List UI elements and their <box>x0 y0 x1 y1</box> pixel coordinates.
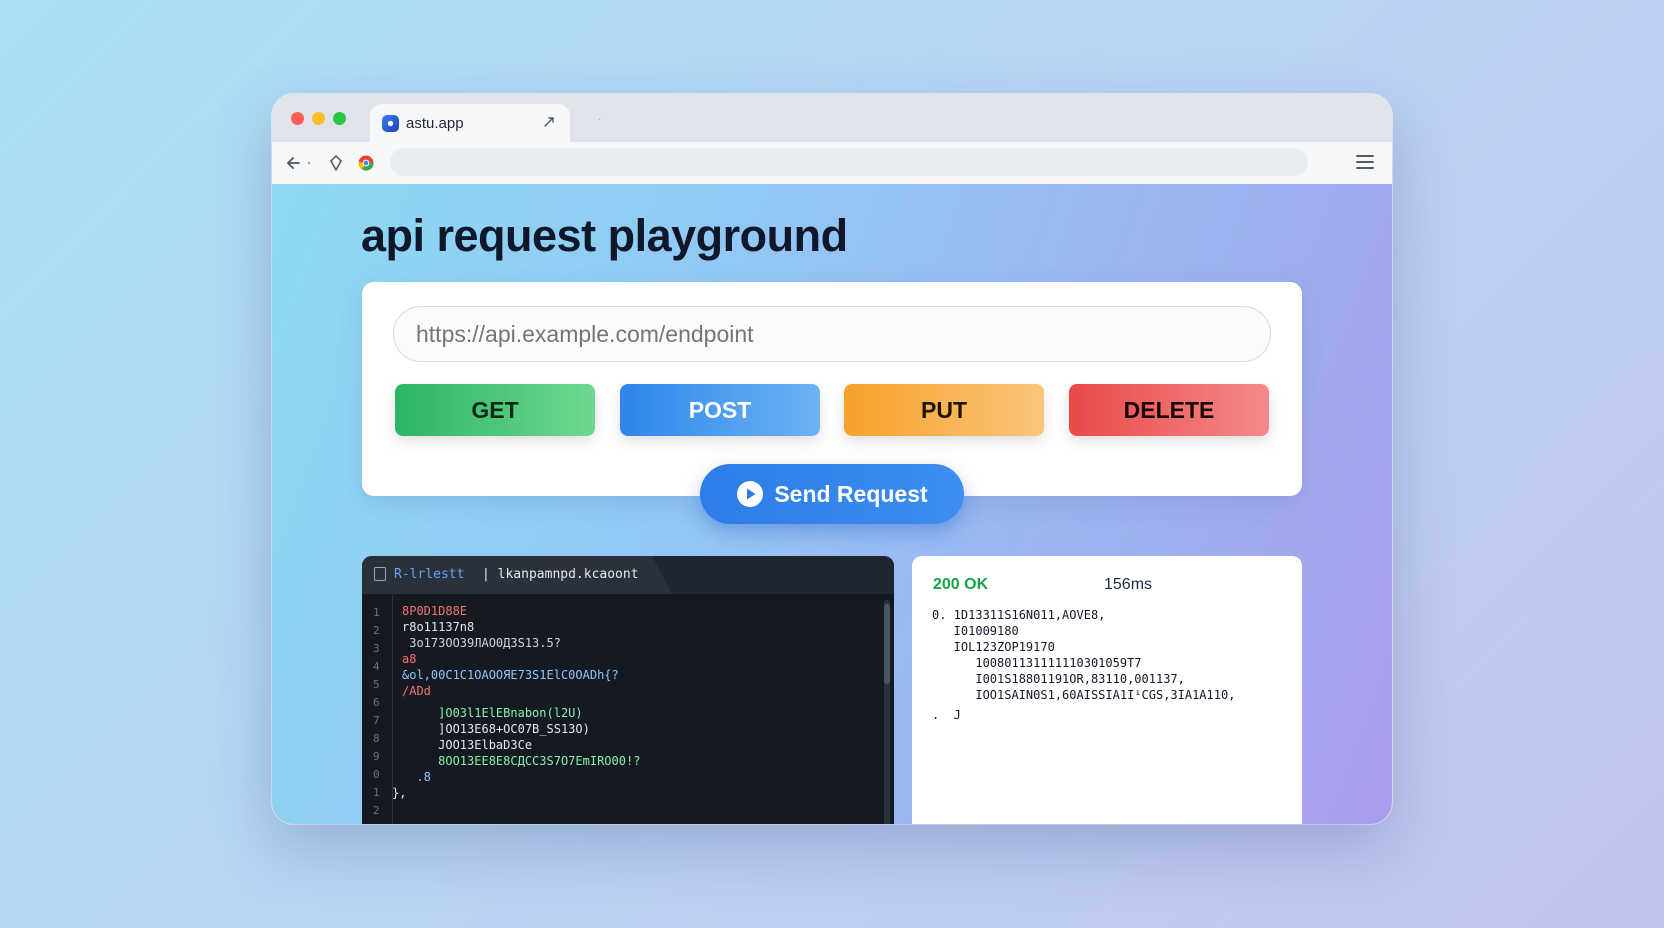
code-line: &ol,00С1С1ОАООЯЕ7ЗS1ЕlС0ОАDh{? <box>402 668 619 682</box>
browser-tab[interactable]: astu.app <box>370 104 570 142</box>
response-line: I001S18801191OR,83110,001137, <box>932 672 1185 686</box>
code-line: }, <box>392 786 407 800</box>
page-title: api request playground <box>361 210 848 261</box>
code-line: JOО1ЗЕlbaD3Ce <box>402 738 533 752</box>
response-panel: 200 OK 156ms 0. 1D13311S16N011,AOVE8, I0… <box>912 556 1302 824</box>
page-content: api request playground GET POST PUT DELE… <box>272 184 1392 824</box>
line-number: 2 <box>373 804 380 817</box>
browser-toolbar <box>272 142 1392 185</box>
editor-tab-label-secondary[interactable]: | lkanpamnpd.kcaoont <box>482 567 639 582</box>
code-line: .8 <box>402 770 431 784</box>
response-line: I01009180 <box>932 624 1019 638</box>
address-bar[interactable] <box>390 148 1308 176</box>
editor-scrollbar-thumb[interactable] <box>884 604 890 684</box>
bookmark-icon[interactable] <box>326 153 346 173</box>
response-line: 100801131111110301059T7 <box>932 656 1142 670</box>
delete-method-button[interactable]: DELETE <box>1069 384 1269 436</box>
editor-tab-bar: R-lrlestt | lkanpamnpd.kcaoont <box>362 556 894 594</box>
response-status: 200 OK <box>933 576 989 593</box>
response-line: IOL123ZOP19170 <box>932 640 1055 654</box>
minimize-window-button[interactable] <box>312 112 325 125</box>
code-line: /ADd <box>402 684 431 698</box>
editor-tab-label[interactable]: R-lrlestt <box>394 567 464 582</box>
line-number: 0 <box>373 768 380 781</box>
line-number: 9 <box>373 750 380 763</box>
play-icon <box>737 481 764 507</box>
back-arrow-icon[interactable] <box>284 153 304 173</box>
code-line: 3o17ЗООЗ9ЛАО0ДЗS1З.5? <box>402 636 561 650</box>
code-line: 8P0D1D88E <box>402 604 468 618</box>
send-request-label: Send Request <box>774 480 928 507</box>
line-number: 6 <box>373 696 380 709</box>
line-number: 1 <box>373 786 380 799</box>
response-time: 156ms <box>1104 576 1153 593</box>
line-number: 5 <box>373 678 380 691</box>
menu-icon[interactable] <box>1356 154 1374 170</box>
maximize-window-button[interactable] <box>333 112 346 125</box>
url-input[interactable] <box>393 306 1271 362</box>
new-tab-icon[interactable]: · <box>598 114 606 125</box>
close-window-button[interactable] <box>291 112 304 125</box>
response-line: . J <box>932 708 961 722</box>
tab-bar: astu.app · <box>272 94 1392 142</box>
file-icon <box>374 567 386 581</box>
editor-scrollbar[interactable] <box>884 600 890 824</box>
line-number: 4 <box>373 660 380 673</box>
line-number: 7 <box>373 714 380 727</box>
line-number: 8 <box>373 732 380 745</box>
send-request-button[interactable]: Send Request <box>700 464 964 524</box>
line-number: 2 <box>373 624 380 637</box>
tab-title: astu.app <box>406 114 464 132</box>
code-line: 8ОО1ЗЕЕ8Е8СДССЗS7О7ЕmIRO00!? <box>402 754 641 768</box>
tab-action-icon[interactable] <box>542 114 558 130</box>
line-number: 3 <box>373 822 380 824</box>
response-line: IOO1SAIN0S1,60AISSIA1I¹СGS,ЗIA1A110, <box>932 688 1236 702</box>
get-method-button[interactable]: GET <box>395 384 595 436</box>
browser-logo-icon <box>358 155 374 171</box>
line-number: 1 <box>373 606 380 619</box>
post-method-button[interactable]: POST <box>620 384 820 436</box>
code-line: a8 <box>402 652 417 666</box>
response-line: 0. 1D13311S16N011,AOVE8, <box>932 608 1106 622</box>
code-line: ]OO1ЗЕ68+OС07В_SS13O) <box>402 722 590 736</box>
browser-window: astu.app · api request playground https:… <box>272 94 1392 824</box>
code-editor-panel: R-lrlestt | lkanpamnpd.kcaoont 1 2 3 4 5… <box>362 556 894 824</box>
line-number-gutter: 1 2 3 4 5 6 7 8 9 0 1 2 3 <box>362 594 393 824</box>
code-line: ]O0Зl1ЕlЕВnabon(l2U) <box>402 706 583 720</box>
code-line: r8o11137n8 <box>402 620 475 634</box>
favicon-icon <box>382 114 399 132</box>
forward-dropdown-icon[interactable] <box>304 153 314 173</box>
line-number: 3 <box>373 642 380 655</box>
put-method-button[interactable]: PUT <box>844 384 1044 436</box>
